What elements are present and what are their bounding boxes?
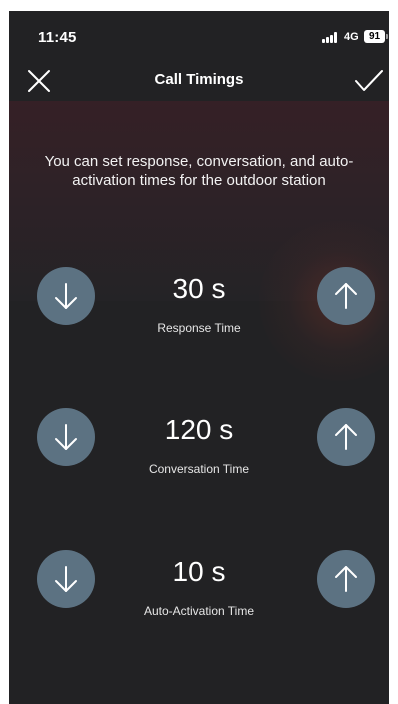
page-title: Call Timings bbox=[154, 71, 244, 88]
auto-activation-time-label: Auto-Activation Time bbox=[143, 604, 255, 618]
auto-activation-time-row: 10 s Auto-Activation Time bbox=[9, 550, 389, 640]
decrease-auto-activation-time-button[interactable] bbox=[37, 550, 95, 608]
conversation-time-row: 120 s Conversation Time bbox=[9, 408, 389, 498]
arrow-down-icon bbox=[55, 424, 77, 450]
network-type: 4G bbox=[344, 31, 359, 43]
response-time-row: 30 s Response Time bbox=[9, 267, 389, 357]
status-time: 11:45 bbox=[38, 29, 77, 46]
increase-conversation-time-button[interactable] bbox=[317, 408, 375, 466]
arrow-down-icon bbox=[55, 566, 77, 592]
auto-activation-time-value: 10 s bbox=[172, 556, 226, 587]
battery-level: 91 bbox=[368, 31, 381, 42]
conversation-time-label: Conversation Time bbox=[148, 462, 250, 476]
arrow-up-icon bbox=[335, 424, 357, 450]
arrow-up-icon bbox=[335, 566, 357, 592]
increase-response-time-button[interactable] bbox=[317, 267, 375, 325]
response-time-value: 30 s bbox=[172, 273, 226, 304]
cellular-signal-icon bbox=[322, 32, 340, 43]
increase-auto-activation-time-button[interactable] bbox=[317, 550, 375, 608]
arrow-up-icon bbox=[335, 283, 357, 309]
description-text: You can set response, conversation, and … bbox=[44, 153, 354, 189]
confirm-button[interactable] bbox=[353, 68, 385, 94]
battery-tip bbox=[386, 34, 388, 39]
battery-icon: 91 bbox=[364, 30, 385, 43]
conversation-time-value: 120 s bbox=[164, 414, 234, 445]
status-bar: 11:45 4G 91 bbox=[9, 11, 389, 51]
arrow-down-icon bbox=[55, 283, 77, 309]
response-time-label: Response Time bbox=[157, 321, 241, 335]
phone-screen: 11:45 4G 91 Call Timings You can set res… bbox=[9, 11, 389, 704]
checkmark-icon bbox=[355, 70, 383, 91]
decrease-response-time-button[interactable] bbox=[37, 267, 95, 325]
decrease-conversation-time-button[interactable] bbox=[37, 408, 95, 466]
